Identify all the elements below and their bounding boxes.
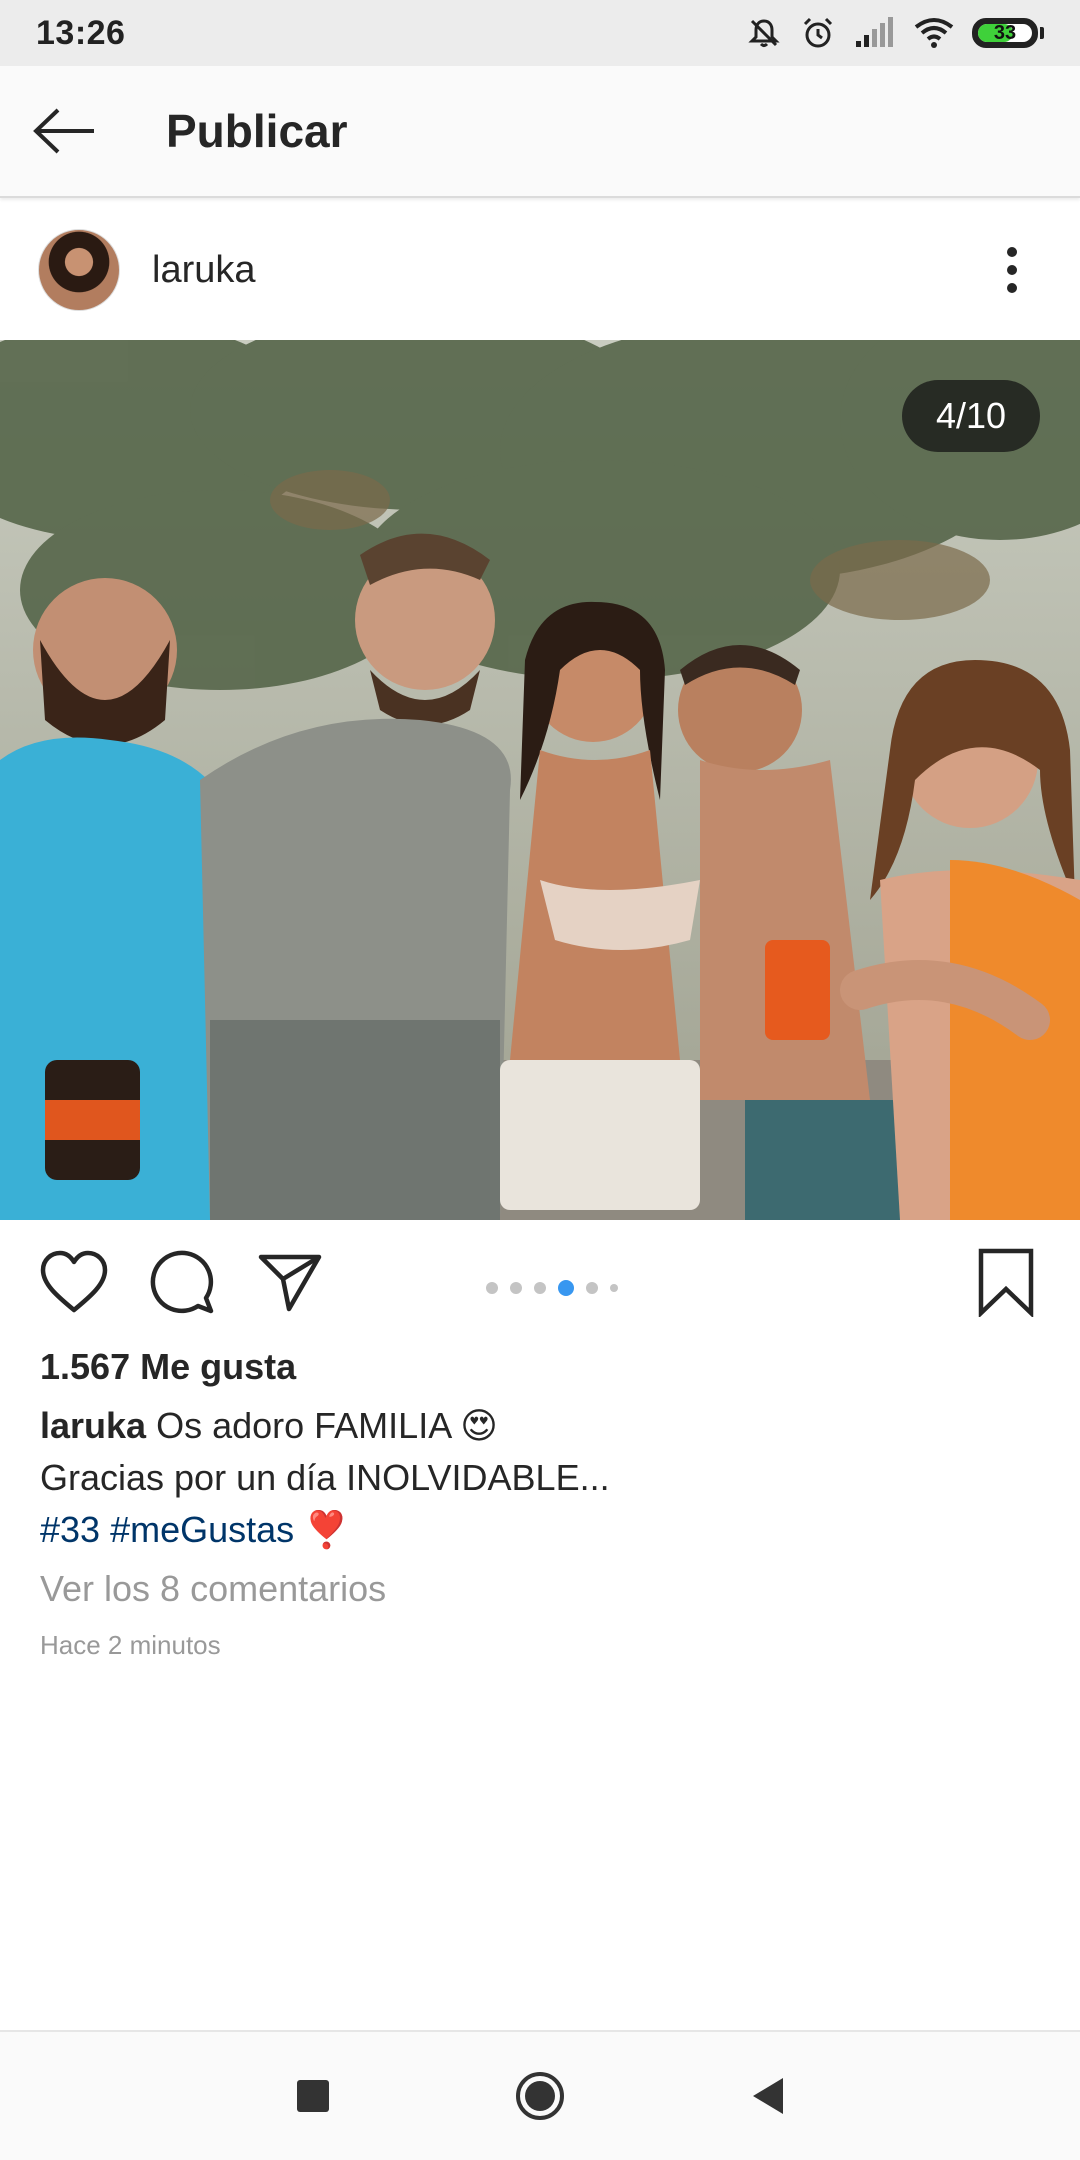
caption-line-1: laruka Os adoro FAMILIA 😍 xyxy=(40,1400,1040,1452)
mute-icon xyxy=(748,19,780,47)
alarm-icon xyxy=(803,17,833,48)
battery-cap xyxy=(1040,27,1044,39)
page-title: Publicar xyxy=(166,105,348,157)
carousel-counter: 4/10 xyxy=(902,380,1040,452)
view-comments-link[interactable]: Ver los 8 comentarios xyxy=(40,1568,386,1610)
carousel-dot-active xyxy=(558,1280,574,1296)
status-bar: 13:26 33 xyxy=(0,0,1080,66)
wifi-icon xyxy=(914,18,954,48)
battery-level: 33 xyxy=(993,21,1017,44)
back-arrow-icon xyxy=(33,108,94,154)
top-app-bar: Publicar xyxy=(0,66,1080,198)
send-icon xyxy=(258,1254,322,1312)
back-button[interactable] xyxy=(0,65,130,197)
carousel-dot xyxy=(610,1284,618,1292)
back-triangle-icon xyxy=(752,2078,783,2114)
hashtag-megustas[interactable]: #meGustas xyxy=(110,1509,294,1550)
caption-username[interactable]: laruka xyxy=(40,1405,146,1446)
system-nav-bar xyxy=(0,2030,1080,2160)
share-button[interactable] xyxy=(248,1240,332,1324)
bookmark-icon xyxy=(978,1248,1034,1317)
comment-button[interactable] xyxy=(140,1240,224,1324)
caption-text-1: Os adoro FAMILIA 😍 xyxy=(146,1405,498,1446)
post-photo[interactable]: 4/10 xyxy=(0,340,1080,1220)
status-time: 13:26 xyxy=(36,13,126,52)
carousel-dot xyxy=(534,1282,546,1294)
recents-button[interactable] xyxy=(273,2056,353,2136)
status-icons: 33 xyxy=(746,15,1044,51)
post-timestamp: Hace 2 minutos xyxy=(40,1630,221,1660)
caption-line-2: Gracias por un día INOLVIDABLE... xyxy=(40,1457,610,1498)
more-options-button[interactable] xyxy=(982,240,1042,300)
photo-illustration xyxy=(0,340,1080,1220)
carousel-indicator xyxy=(486,1280,618,1296)
likes-count[interactable]: 1.567 Me gusta xyxy=(40,1346,296,1388)
heart-icon xyxy=(40,1250,108,1313)
post-caption: laruka Os adoro FAMILIA 😍 Gracias por un… xyxy=(40,1400,1040,1556)
battery-icon: 33 xyxy=(972,18,1044,48)
carousel-dot xyxy=(510,1282,522,1294)
battery-body: 33 xyxy=(972,18,1038,48)
carousel-dot xyxy=(486,1282,498,1294)
post-actions xyxy=(0,1220,1080,1344)
carousel-dot xyxy=(586,1282,598,1294)
caption-line-3: #33 #meGustas ❣️ xyxy=(40,1504,1040,1556)
more-vertical-icon xyxy=(1007,247,1017,293)
recents-square-icon xyxy=(297,2080,330,2112)
home-button[interactable] xyxy=(500,2056,580,2136)
post-header: laruka xyxy=(0,200,1080,340)
save-button[interactable] xyxy=(964,1240,1048,1324)
heart-exclamation-emoji: ❣️ xyxy=(294,1509,349,1550)
hashtag-33[interactable]: #33 xyxy=(40,1509,100,1550)
signal-icon xyxy=(856,17,893,47)
comment-icon xyxy=(150,1250,214,1314)
home-circle-icon xyxy=(515,2072,564,2120)
avatar[interactable] xyxy=(38,229,120,311)
post-username[interactable]: laruka xyxy=(152,249,256,292)
system-back-button[interactable] xyxy=(727,2056,807,2136)
like-button[interactable] xyxy=(32,1240,116,1324)
